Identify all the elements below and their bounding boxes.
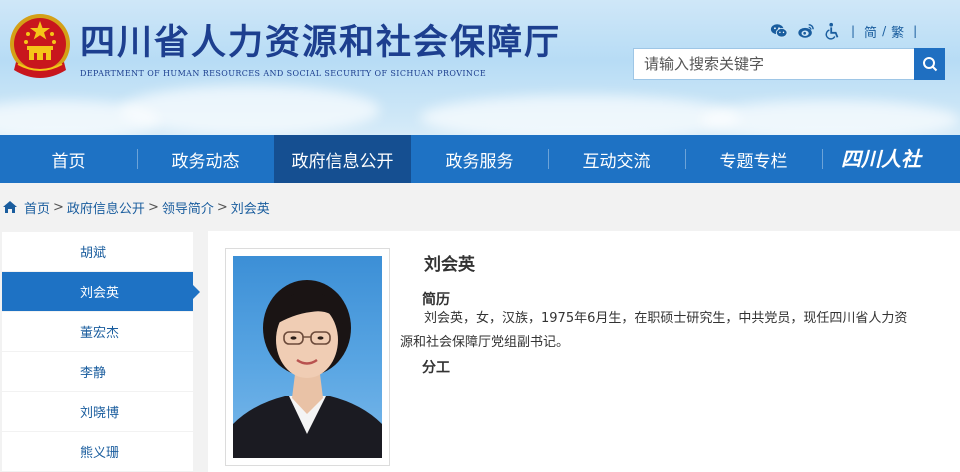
breadcrumb-separator: > xyxy=(147,199,159,215)
lang-simplified-link[interactable]: 简 xyxy=(864,22,877,41)
divider: | xyxy=(851,24,856,38)
bio-heading: 简历 xyxy=(422,292,450,308)
bio-text: 刘会英，女，汉族，1975年6月生，在职硕士研究生，中共党员，现任四川省人力资源… xyxy=(400,311,908,350)
sidebar-item-leader[interactable]: 胡斌 xyxy=(2,232,193,271)
search-icon xyxy=(922,57,937,72)
search-input[interactable] xyxy=(633,48,914,80)
weibo-icon[interactable] xyxy=(797,22,815,40)
sidebar-item-leader[interactable]: 董宏杰 xyxy=(2,312,193,351)
sidebar-item-leader[interactable]: 刘晓博 xyxy=(2,392,193,431)
site-header: 四川省人力资源和社会保障厅 DEPARTMENT OF HUMAN RESOUR… xyxy=(0,0,960,135)
person-name: 刘会英 xyxy=(424,255,475,275)
lang-separator: / xyxy=(882,24,887,38)
sichuan-hrss-logo-link[interactable]: 四川人社 xyxy=(822,135,960,183)
breadcrumb: 首页 > 政府信息公开 > 领导简介 > 刘会英 xyxy=(0,183,960,231)
home-icon xyxy=(3,201,17,213)
breadcrumb-home[interactable]: 首页 xyxy=(24,198,50,217)
portrait-image xyxy=(233,280,382,458)
site-title: 四川省人力资源和社会保障厅 xyxy=(80,22,562,63)
breadcrumb-separator: > xyxy=(216,199,228,215)
nav-item-topics[interactable]: 专题专栏 xyxy=(685,135,822,183)
nav-item-home[interactable]: 首页 xyxy=(0,135,137,183)
cloud-decoration xyxy=(420,95,740,135)
header-tools: | 简 / 繁 | xyxy=(770,20,917,42)
divider: | xyxy=(913,24,918,38)
nav-item-news[interactable]: 政务动态 xyxy=(137,135,274,183)
sichuan-hrss-logo-icon: 四川人社 xyxy=(841,147,923,171)
cloud-decoration xyxy=(120,85,380,135)
breadcrumb-separator: > xyxy=(53,199,64,215)
nav-item-interaction[interactable]: 互动交流 xyxy=(548,135,685,183)
sidebar-item-leader[interactable]: 李静 xyxy=(2,352,193,391)
lang-traditional-link[interactable]: 繁 xyxy=(891,22,904,41)
wechat-icon[interactable] xyxy=(770,22,788,40)
site-subtitle: DEPARTMENT OF HUMAN RESOURCES AND SOCIAL… xyxy=(80,69,487,78)
portrait-photo xyxy=(233,256,382,458)
accessibility-icon[interactable] xyxy=(824,22,842,40)
leader-sidebar: 胡斌 刘会英 董宏杰 李静 刘晓博 熊义珊 xyxy=(0,231,208,472)
nav-item-gov-info[interactable]: 政府信息公开 xyxy=(274,135,411,183)
nav-item-services[interactable]: 政务服务 xyxy=(411,135,548,183)
logo-lettering: 四川人社 xyxy=(841,147,923,171)
search-button[interactable] xyxy=(914,48,945,80)
search-box xyxy=(633,48,945,80)
duty-heading: 分工 xyxy=(422,360,450,376)
sidebar-item-leader[interactable]: 刘会英 xyxy=(2,272,200,311)
sidebar-item-leader[interactable]: 熊义珊 xyxy=(2,432,193,471)
breadcrumb-current[interactable]: 刘会英 xyxy=(231,198,270,217)
cloud-decoration xyxy=(700,100,960,135)
breadcrumb-gov-info[interactable]: 政府信息公开 xyxy=(67,198,145,217)
national-emblem-icon xyxy=(10,14,70,78)
breadcrumb-leaders[interactable]: 领导简介 xyxy=(162,198,214,217)
main-nav: 首页 政务动态 政府信息公开 政务服务 互动交流 专题专栏 四川人社 xyxy=(0,135,960,183)
